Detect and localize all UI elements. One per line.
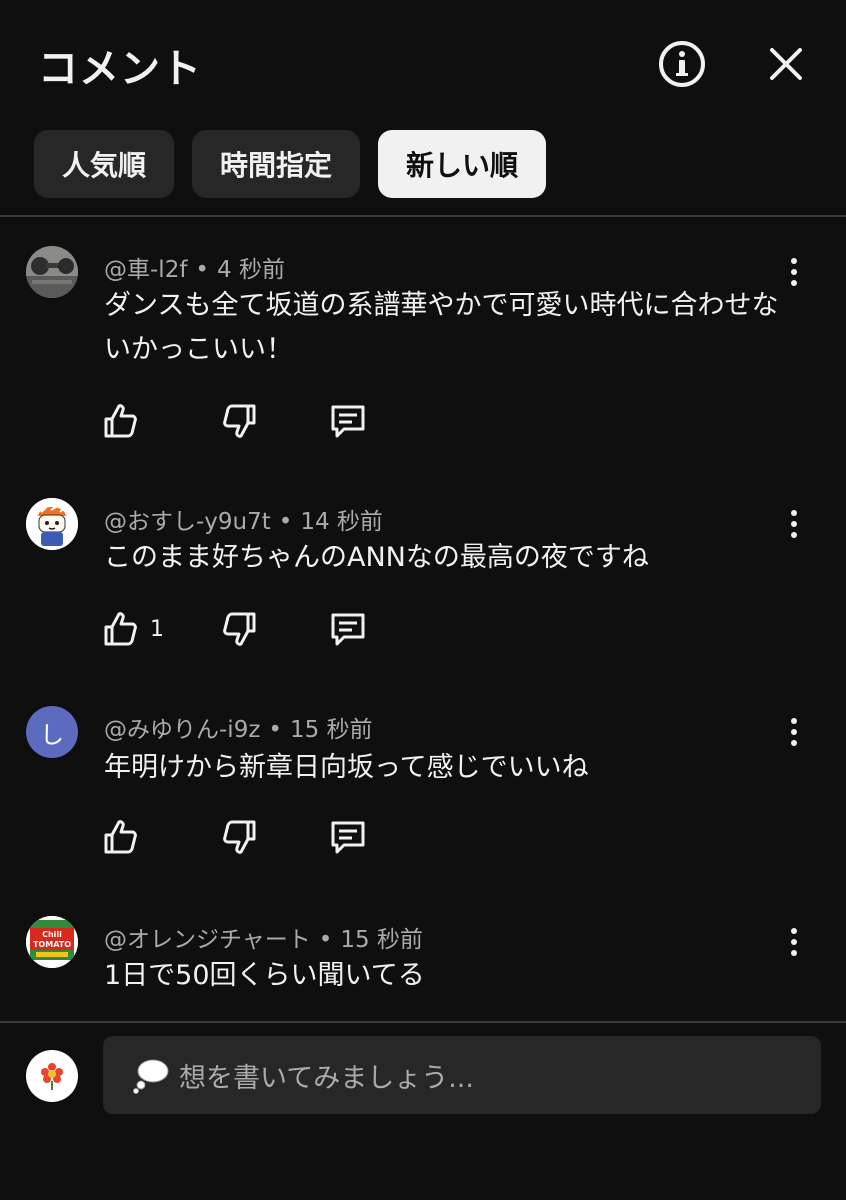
user-avatar[interactable] — [26, 246, 78, 298]
comment-actions — [100, 400, 400, 442]
reply-comment-icon — [331, 613, 365, 646]
chili-tomato-cup-icon: Chili TOMATO — [26, 916, 78, 968]
reply-button[interactable] — [328, 816, 368, 858]
comment-time: 14 秒前 — [300, 509, 383, 535]
thought-bubble-icon — [133, 1059, 169, 1094]
info-circle-icon — [659, 41, 705, 87]
user-avatar[interactable]: Chili TOMATO — [26, 916, 78, 968]
flower-icon — [41, 1063, 63, 1090]
reply-comment-icon — [331, 821, 365, 854]
more-vert-icon — [791, 510, 797, 516]
comment-time: 15 秒前 — [340, 927, 423, 953]
comment-meta: @オレンジチャート • 15 秒前 — [104, 927, 423, 953]
sort-chips: 人気順 時間指定 新しい順 — [34, 130, 547, 198]
close-x-icon — [770, 48, 802, 80]
reply-button[interactable] — [328, 400, 368, 442]
current-user-avatar[interactable] — [26, 1050, 78, 1102]
avatar-brand-text-2: TOMATO — [33, 940, 71, 949]
thumb-down-icon — [223, 404, 256, 438]
footer-divider — [0, 1021, 846, 1023]
like-button[interactable] — [100, 400, 140, 442]
panel-title: コメント — [38, 46, 202, 92]
chip-newest[interactable]: 新しい順 — [378, 130, 547, 198]
like-count: 1 — [150, 616, 164, 642]
chip-popular[interactable]: 人気順 — [34, 130, 175, 198]
comment-time: 15 秒前 — [289, 717, 373, 743]
thumb-up-icon — [104, 820, 137, 854]
comment-author[interactable]: @オレンジチャート — [104, 927, 311, 953]
reply-comment-icon — [331, 405, 365, 438]
comment-input-placeholder: 想を書いてみましょう... — [179, 1062, 474, 1094]
comment-author[interactable]: @おすし-y9u7t — [104, 509, 271, 535]
comment-text: 年明けから新章日向坂って感じでいいね — [104, 752, 589, 783]
comments-panel: コメント 人気順 時間指定 新しい順 @車-l2f • 4 秒前 ダンスも全て坂… — [0, 0, 846, 1200]
info-button[interactable] — [654, 36, 710, 92]
comment-text: このまま好ちゃんのANNなの最高の夜ですね — [104, 542, 649, 573]
chip-timed[interactable]: 時間指定 — [192, 130, 361, 198]
user-avatar[interactable]: し — [26, 706, 78, 758]
comment-meta: @おすし-y9u7t • 14 秒前 — [104, 509, 383, 535]
user-avatar[interactable] — [26, 498, 78, 550]
header-divider — [0, 215, 846, 217]
like-button[interactable] — [100, 816, 140, 858]
comment-text: 1日で50回くらい聞いてる — [104, 960, 425, 991]
dislike-button[interactable] — [220, 608, 260, 650]
more-vert-icon — [791, 928, 797, 934]
more-vert-icon — [791, 258, 797, 264]
reply-button[interactable] — [328, 608, 368, 650]
avatar-brand-text-1: Chili — [42, 930, 62, 939]
comment-text: ダンスも全て坂道の系譜華やかで可愛い時代に合わせないかっこいい！ — [104, 290, 779, 365]
photo-avatar-icon — [26, 246, 78, 298]
comment-author[interactable]: @みゆりん-i9z — [104, 717, 260, 743]
thumb-down-icon — [223, 612, 256, 646]
comment-meta: @みゆりん-i9z • 15 秒前 — [104, 717, 373, 743]
more-vert-icon — [791, 718, 797, 724]
thumb-down-icon — [223, 820, 256, 854]
thumb-up-icon — [104, 404, 137, 438]
comment-time: 4 秒前 — [217, 257, 285, 283]
comment-actions — [100, 816, 400, 858]
avatar-letter: し — [40, 720, 64, 749]
sushi-character-icon — [26, 498, 78, 550]
like-button[interactable]: 1 — [100, 608, 164, 650]
comment-meta: @車-l2f • 4 秒前 — [104, 257, 285, 283]
close-button[interactable] — [758, 36, 814, 92]
comment-author[interactable]: @車-l2f — [104, 257, 187, 283]
thumb-up-icon — [104, 612, 137, 646]
dislike-button[interactable] — [220, 816, 260, 858]
comment-actions: 1 — [100, 608, 400, 650]
comment-input[interactable]: 想を書いてみましょう... — [103, 1036, 821, 1114]
comments-header: コメント — [0, 0, 846, 120]
dislike-button[interactable] — [220, 400, 260, 442]
